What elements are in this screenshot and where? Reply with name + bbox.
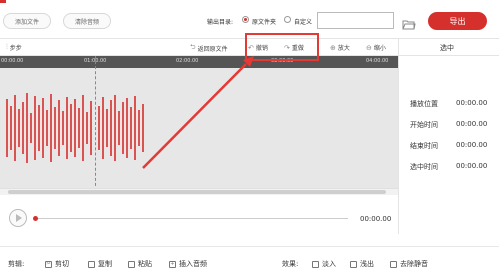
fade-out-button[interactable]: 浅出 [350,259,374,269]
fade-out-icon [350,260,357,268]
play-button[interactable] [9,209,27,227]
step-icon: ⫶ [6,43,8,51]
clear-audio-button[interactable]: 清除音频 [63,13,111,29]
radio-custom-folder-label: 自定义 [294,19,313,26]
fade-in-icon [312,260,319,268]
radio-custom-folder[interactable] [284,16,291,23]
audio-editor-window: 添加文件 清除音频 输出目录: 原文件夹 自定义 导出 ⫶ 步步 ⮌ 返回原文件 ↶… [0,0,499,272]
add-file-button[interactable]: 添加文件 [3,13,51,29]
paste-button[interactable]: 粘贴 [128,259,152,269]
timeline-scrollbar[interactable] [0,188,398,195]
ruler-tick-label: 02:00.00 [176,58,199,64]
copy-button[interactable]: 复制 [88,259,112,269]
panel-title: 选中 [440,44,454,52]
folder-icon[interactable] [402,15,416,30]
zoom-out-icon: ⊖ [366,43,372,52]
remove-silence-button[interactable]: 去除静音 [390,259,428,269]
end-time-value: 00:00.00 [456,141,488,149]
playback-time: 00:00.00 [360,215,392,223]
start-time-label: 开始时间 [410,121,438,129]
copy-icon [88,260,95,268]
zoom-out-button[interactable]: ⊖ 缩小 [366,43,386,53]
waveform [6,93,144,163]
play-position-label: 播放位置 [410,100,438,108]
speaker-icon [390,260,397,268]
play-position-value: 00:00.00 [456,99,488,107]
paste-icon [128,260,135,268]
effects-label: 效果: [282,260,299,268]
fade-in-button[interactable]: 淡入 [312,259,336,269]
playback-progress-bar[interactable] [36,218,348,219]
end-time-label: 结束时间 [410,142,438,150]
insert-audio-icon: + [169,260,176,268]
zoom-in-button[interactable]: ⊕ 放大 [330,43,350,53]
output-path-input[interactable] [317,12,394,29]
start-time-value: 00:00.00 [456,120,488,128]
edit-label: 剪辑: [8,260,25,268]
timeline-ruler[interactable]: 00:00.00 01:00.00 02:00.00 03:00.00 04:0… [0,56,398,68]
selected-time-label: 选中时间 [410,163,438,171]
step-button[interactable]: ⫶ 步步 [6,43,22,52]
radio-source-folder-label: 原文件夹 [252,19,277,26]
radio-source-folder[interactable] [242,16,249,23]
export-button[interactable]: 导出 [428,12,487,30]
zoom-in-icon: ⊕ [330,43,336,52]
cut-button[interactable]: ✂ 剪切 [45,259,69,269]
ruler-tick-label: 04:00.00 [366,58,389,64]
playback-progress-handle[interactable] [33,216,38,221]
ruler-tick-label: 00:00.00 [1,58,24,64]
return-source-button[interactable]: ⮌ 返回原文件 [190,43,228,54]
insert-audio-button[interactable]: + 插入音频 [169,259,207,269]
annotation-highlight-box [245,33,319,61]
waveform-area[interactable] [0,68,398,188]
panel-divider [398,38,399,234]
playhead-cursor[interactable] [95,56,96,191]
return-icon: ⮌ [190,43,196,51]
scrollbar-thumb[interactable] [8,190,386,194]
brand-accent [0,0,6,3]
output-dir-label: 输出目录: [207,19,234,26]
selected-time-value: 00:00.00 [456,162,488,170]
scissors-icon: ✂ [45,260,52,268]
